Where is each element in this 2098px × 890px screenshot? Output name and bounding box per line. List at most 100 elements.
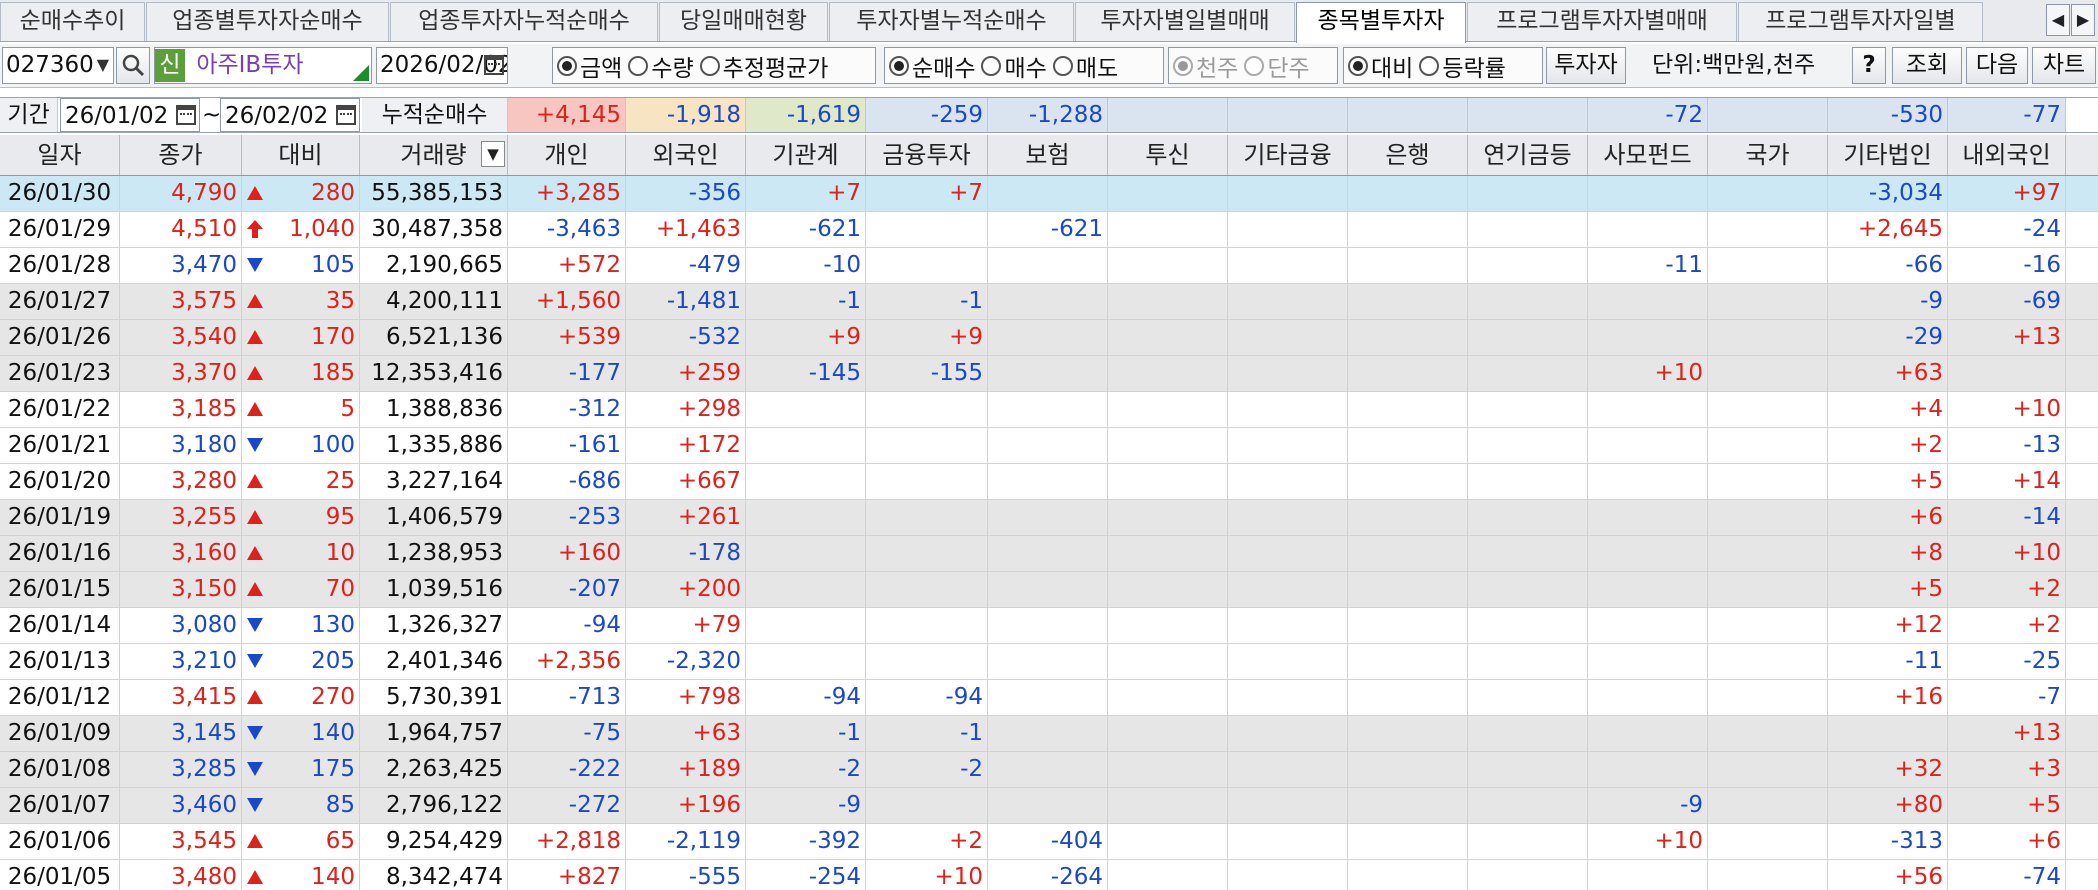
table-row[interactable]: 26/01/22 3,185 5 1,388,836 -312 +298 +4 +10 bbox=[0, 392, 2098, 428]
tab-program-investor-trading[interactable]: 프로그램투자자별매매 bbox=[1467, 2, 1737, 41]
table-row[interactable]: 26/01/15 3,150 70 1,039,516 -207 +200 +5 +2 bbox=[0, 572, 2098, 608]
table-row[interactable]: 26/01/13 3,210 205 2,401,346 +2,356 -2,320 -11… bbox=[0, 644, 2098, 680]
header-col-close[interactable]: 종가 bbox=[120, 135, 242, 175]
period-from-field[interactable]: 26/01/02 bbox=[60, 98, 200, 132]
col-financial-investment-cell: +2 bbox=[866, 824, 988, 859]
header-col-pension[interactable]: 연기금등 bbox=[1468, 135, 1588, 175]
col-state-cell bbox=[1708, 752, 1828, 787]
volume-sort-chevron-icon[interactable]: ▼ bbox=[481, 141, 505, 167]
header-col-state[interactable]: 국가 bbox=[1708, 135, 1828, 175]
table-row[interactable]: 26/01/28 3,470 105 2,190,665 +572 -479 -10 -11 -… bbox=[0, 248, 2098, 284]
table-row[interactable]: 26/01/14 3,080 130 1,326,327 -94 +79 +12 +2 bbox=[0, 608, 2098, 644]
tab-investor-by-stock[interactable]: 종목별투자자 bbox=[1296, 2, 1466, 43]
table-row[interactable]: 26/01/16 3,160 10 1,238,953 +160 -178 +8 +10 bbox=[0, 536, 2098, 572]
radio-amount[interactable]: 금액 bbox=[557, 49, 622, 83]
radio-buy[interactable]: 매수 bbox=[981, 49, 1047, 83]
radio-change[interactable]: 대비 bbox=[1348, 49, 1413, 83]
chevron-down-icon[interactable]: ▼ bbox=[97, 48, 109, 82]
col-pension-cell bbox=[1468, 644, 1588, 679]
header-col-financial-investment[interactable]: 금융투자 bbox=[866, 135, 988, 175]
period-to-field[interactable]: 26/02/02 bbox=[220, 98, 360, 132]
up-triangle-icon bbox=[247, 834, 263, 848]
col-insurance-cell bbox=[988, 392, 1108, 427]
tab-net-buy-trend[interactable]: 순매수추이 bbox=[0, 2, 145, 41]
col-volume-cell: 3,227,164 bbox=[360, 464, 508, 499]
calendar-icon[interactable] bbox=[176, 105, 196, 125]
col-state-cell bbox=[1708, 536, 1828, 571]
header-col-foreigner-domestic[interactable]: 내외국인 bbox=[1948, 135, 2066, 175]
col-pension-cell bbox=[1468, 716, 1588, 751]
table-row[interactable]: 26/01/21 3,180 100 1,335,886 -161 +172 +2 -13 bbox=[0, 428, 2098, 464]
table-row[interactable]: 26/01/20 3,280 25 3,227,164 -686 +667 +5 +14 bbox=[0, 464, 2098, 500]
col-foreigner-domestic-cell: +97 bbox=[1948, 176, 2066, 211]
chart-button[interactable]: 차트 bbox=[2032, 47, 2096, 84]
col-date-cell: 26/01/23 bbox=[0, 356, 120, 391]
col-insurance-cell bbox=[988, 428, 1108, 463]
next-button[interactable]: 다음 bbox=[1966, 47, 2028, 84]
radio-single-shares[interactable]: 단주 bbox=[1244, 49, 1310, 83]
radio-change-rate[interactable]: 등락률 bbox=[1419, 49, 1506, 83]
tab-investor-daily-trading[interactable]: 투자자별일별매매 bbox=[1075, 2, 1295, 41]
tab-next-button[interactable]: ▶ bbox=[2071, 4, 2095, 36]
calendar-icon[interactable] bbox=[336, 105, 356, 125]
radio-sell[interactable]: 매도 bbox=[1052, 49, 1118, 83]
table-row[interactable]: 26/01/07 3,460 85 2,796,122 -272 +196 -9 -9 +80 +… bbox=[0, 788, 2098, 824]
stock-code-input[interactable]: 027360 ▼ bbox=[2, 47, 114, 84]
table-row[interactable]: 26/01/06 3,545 65 9,254,429 +2,818 -2,119 -392… bbox=[0, 824, 2098, 860]
col-foreign-cell: +196 bbox=[626, 788, 746, 823]
header-col-insurance[interactable]: 보험 bbox=[988, 135, 1108, 175]
col-foreign-cell: -178 bbox=[626, 536, 746, 571]
header-col-volume[interactable]: 거래량 ▼ bbox=[360, 135, 508, 175]
col-foreigner-domestic-cell: +3 bbox=[1948, 752, 2066, 787]
col-volume-cell: 1,406,579 bbox=[360, 500, 508, 535]
tab-prev-button[interactable]: ◀ bbox=[2046, 4, 2070, 36]
header-col-other-finance[interactable]: 기타금융 bbox=[1228, 135, 1348, 175]
col-foreigner-domestic-cell: +6 bbox=[1948, 824, 2066, 859]
search-button[interactable] bbox=[116, 47, 150, 84]
col-date-cell: 26/01/14 bbox=[0, 608, 120, 643]
investor-button[interactable]: 투자자 bbox=[1546, 47, 1626, 84]
col-personal-cell: -3,463 bbox=[508, 212, 626, 247]
header-col-investment-trust[interactable]: 투신 bbox=[1108, 135, 1228, 175]
stock-name-field[interactable]: 신 아주IB투자 bbox=[154, 47, 372, 84]
date-field[interactable]: 2026/02/02 bbox=[376, 47, 508, 84]
tab-program-investor-daily[interactable]: 프로그램투자자일별 bbox=[1738, 2, 1983, 41]
table-row[interactable]: 26/01/23 3,370 185 12,353,416 -177 +259 -145 -1… bbox=[0, 356, 2098, 392]
header-col-institution[interactable]: 기관계 bbox=[746, 135, 866, 175]
col-other-corp-cell: +2 bbox=[1828, 428, 1948, 463]
table-row[interactable]: 26/01/08 3,285 175 2,263,425 -222 +189 -2 -2 +32… bbox=[0, 752, 2098, 788]
table-row[interactable]: 26/01/19 3,255 95 1,406,579 -253 +261 +6 -14 bbox=[0, 500, 2098, 536]
radio-avg-price[interactable]: 추정평균가 bbox=[699, 49, 828, 83]
table-row[interactable]: 26/01/05 3,480 140 8,342,474 +827 -555 -254 +10… bbox=[0, 860, 2098, 890]
tab-sector-investor-cumulative[interactable]: 업종투자자누적순매수 bbox=[390, 2, 658, 41]
header-col-personal[interactable]: 개인 bbox=[508, 135, 626, 175]
radio-quantity[interactable]: 수량 bbox=[628, 49, 694, 83]
table-row[interactable]: 26/01/12 3,415 270 5,730,391 -713 +798 -94 -94 +… bbox=[0, 680, 2098, 716]
tab-investor-cumulative-net-buy[interactable]: 투자자별누적순매수 bbox=[829, 2, 1074, 41]
col-other-finance-cell bbox=[1228, 284, 1348, 319]
header-col-change[interactable]: 대비 bbox=[242, 135, 360, 175]
calendar-icon[interactable] bbox=[484, 55, 504, 75]
header-col-private-fund[interactable]: 사모펀드 bbox=[1588, 135, 1708, 175]
radio-net-buy[interactable]: 순매수 bbox=[889, 49, 975, 83]
table-row[interactable]: 26/01/30 4,790 280 55,385,153 +3,285 -356 +7 +7… bbox=[0, 176, 2098, 212]
table-row[interactable]: 26/01/09 3,145 140 1,964,757 -75 +63 -1 -1 +13 bbox=[0, 716, 2098, 752]
help-button[interactable]: ? bbox=[1852, 47, 1886, 84]
header-col-other-corp[interactable]: 기타법인 bbox=[1828, 135, 1948, 175]
radio-thousand-shares[interactable]: 천주 bbox=[1173, 49, 1238, 83]
col-personal-cell: +2,356 bbox=[508, 644, 626, 679]
table-row[interactable]: 26/01/29 4,510 1,040 30,487,358 -3,463 +1,463… bbox=[0, 212, 2098, 248]
col-personal-cell: -75 bbox=[508, 716, 626, 751]
down-triangle-icon bbox=[247, 258, 263, 272]
tab-sector-investor-net-buy[interactable]: 업종별투자자순매수 bbox=[146, 2, 389, 41]
query-button[interactable]: 조회 bbox=[1892, 47, 1962, 84]
header-col-bank[interactable]: 은행 bbox=[1348, 135, 1468, 175]
col-insurance-cell: -404 bbox=[988, 824, 1108, 859]
tab-daily-trading-status[interactable]: 당일매매현황 bbox=[659, 2, 828, 41]
header-col-foreign[interactable]: 외국인 bbox=[626, 135, 746, 175]
header-col-date[interactable]: 일자 bbox=[0, 135, 120, 175]
table-row[interactable]: 26/01/26 3,540 170 6,521,136 +539 -532 +9 +9 -29… bbox=[0, 320, 2098, 356]
table-row[interactable]: 26/01/27 3,575 35 4,200,111 +1,560 -1,481 -1 -1… bbox=[0, 284, 2098, 320]
col-institution-cell bbox=[746, 428, 866, 463]
col-insurance-cell bbox=[988, 464, 1108, 499]
